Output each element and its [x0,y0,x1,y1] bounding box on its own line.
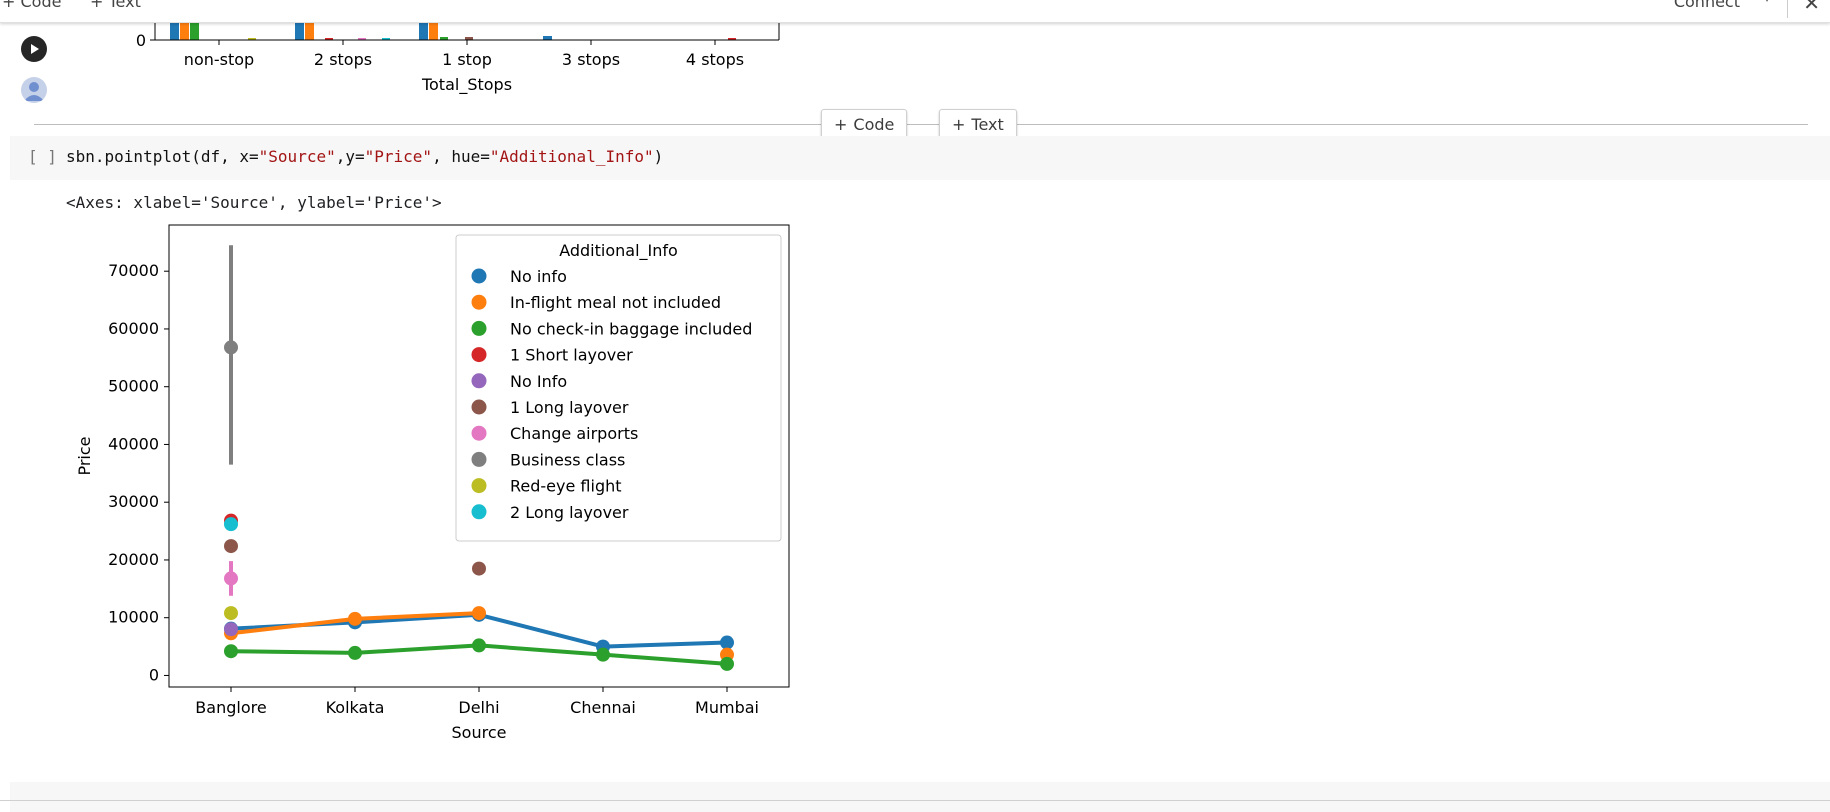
data-point [348,611,362,626]
data-point [224,517,238,532]
plus-icon: + [952,114,966,134]
legend-label: Business class [510,450,625,469]
x-tick-label: Chennai [570,698,636,717]
legend-marker [471,425,487,441]
add-text-label: Text [971,114,1004,134]
data-point [472,561,486,576]
legend-label: 2 Long layover [510,503,629,522]
x-tick-label: Banglore [195,698,266,717]
x-tick-label: Mumbai [695,698,759,717]
y-tick-label: 50000 [108,377,159,396]
data-point [596,647,610,662]
legend-marker [471,451,487,467]
add-code-label: Code [853,114,895,134]
toolbar-text-label: Text [108,0,141,11]
y-tick-label: 10000 [108,608,159,627]
data-point [224,539,238,554]
plus-icon: + [2,0,16,11]
data-point [720,635,734,650]
data-point [472,638,486,653]
y-axis-label: Price [75,436,94,475]
y-tick-label: 40000 [108,434,159,453]
add-text-cell-button[interactable]: + Text [939,109,1017,139]
legend-label: Red-eye flight [510,477,622,496]
chart-legend: Additional_Info No info In-flight meal not… [455,234,782,542]
legend-label: Change airports [510,424,638,443]
plus-icon: + [90,0,104,11]
legend-marker [471,347,487,363]
legend-marker [471,478,487,494]
y-tick-label: 0 [149,665,159,684]
y-tick-label: 70000 [108,261,159,280]
series-red-eye-flight [224,606,238,621]
legend-label: In-flight meal not included [510,293,721,312]
legend-marker [471,504,487,520]
data-point [224,571,238,586]
y-tick-label: 30000 [108,492,159,511]
toolbar-add-code-button[interactable]: + Code [2,0,61,11]
bottom-divider [0,800,1830,801]
x-tick-label: Kolkata [326,698,385,717]
legend-marker [471,268,487,284]
connect-button[interactable]: Connect [1674,0,1740,11]
y-tick-label: 20000 [108,550,159,569]
toolbar-code-label: Code [20,0,62,11]
notebook-toolbar: + Code + Text Connect ▾ ✕ [0,0,1830,23]
toolbar-add-text-button[interactable]: + Text [90,0,141,11]
legend-label: 1 Long layover [510,398,629,417]
data-point [720,656,734,671]
series-no-info [224,622,238,637]
next-code-cell[interactable] [10,782,1830,812]
data-point [224,644,238,659]
pointplot-chart: 0 10000 20000 30000 40000 50000 60000 70000 Bang… [75,224,790,742]
add-code-cell-button[interactable]: + Code [821,109,908,139]
legend-marker [471,294,487,310]
legend-label: No check-in baggage included [510,319,752,338]
x-axis-label: Source [452,723,507,742]
legend-marker [471,320,487,336]
series-line-segment [229,649,357,655]
legend-label: No Info [510,372,567,391]
data-point [224,606,238,621]
legend-marker [471,373,487,389]
legend-label: 1 Short layover [510,346,633,365]
legend-label: No info [510,267,567,286]
data-point [224,622,238,637]
x-tick-label: Delhi [458,698,499,717]
data-point [224,340,238,355]
y-tick-label: 60000 [108,319,159,338]
plus-icon: + [834,114,848,134]
toolbar-separator [1787,0,1788,18]
legend-entry: No check-in baggage included [471,319,752,338]
chevron-down-icon[interactable]: ▾ [1764,0,1770,5]
series-2-long-layover [224,517,238,532]
data-point [472,606,486,621]
legend-marker [471,399,487,415]
close-icon[interactable]: ✕ [1803,0,1820,15]
legend-title: Additional_Info [559,241,678,261]
data-point [348,645,362,660]
